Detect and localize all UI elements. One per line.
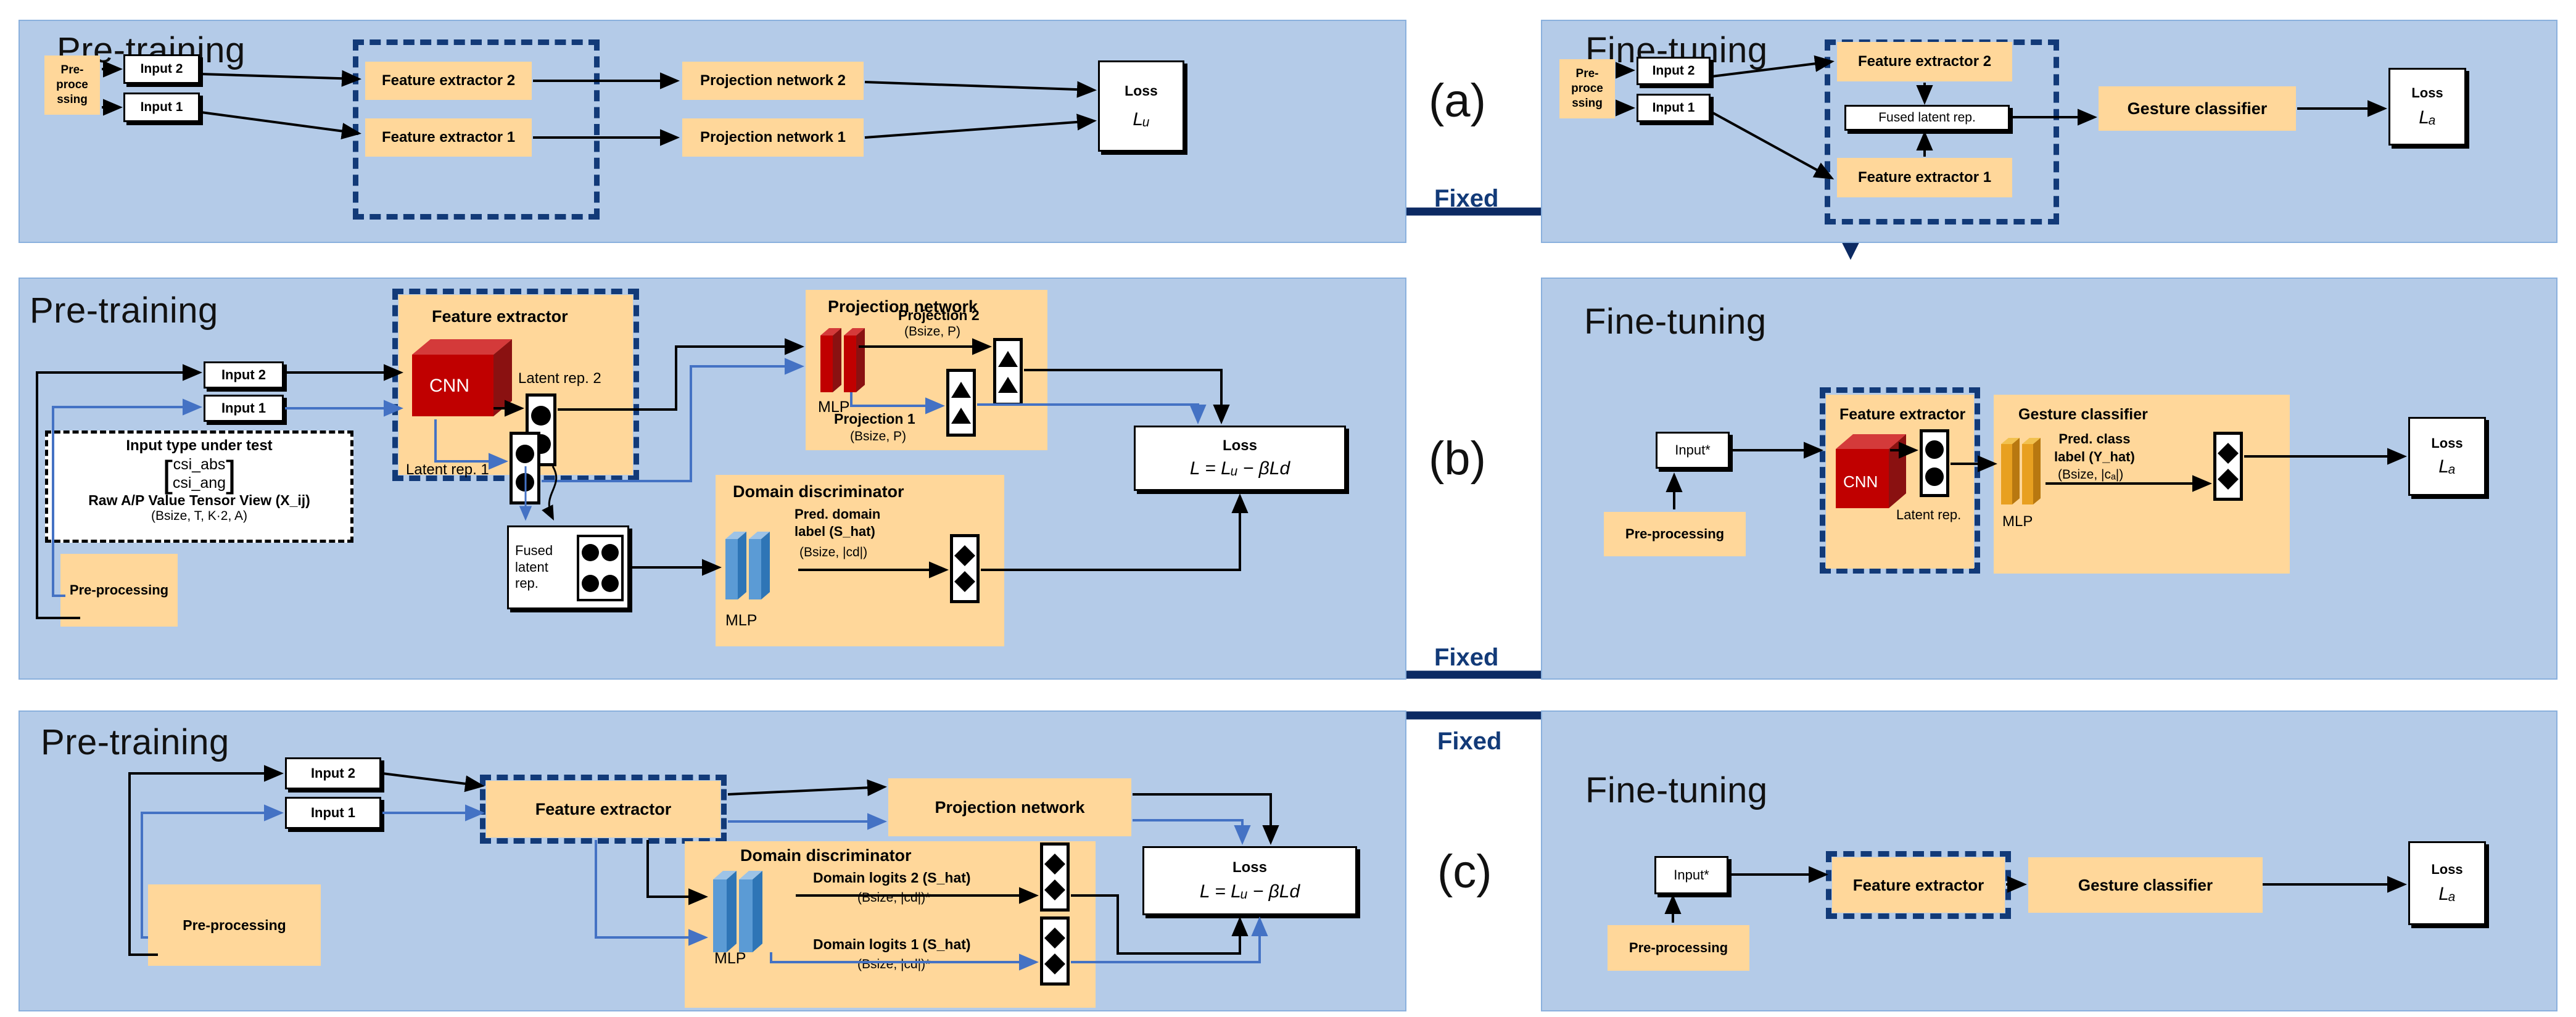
panel-c-right-arrows <box>1664 866 2407 923</box>
